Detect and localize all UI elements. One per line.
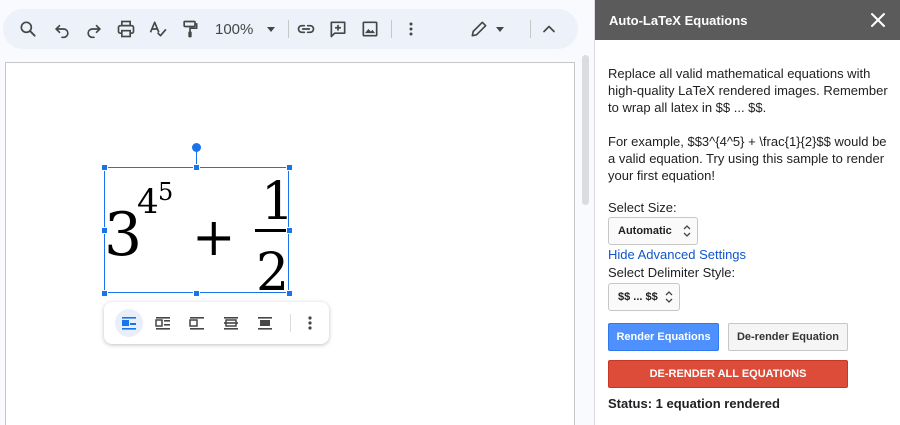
- resize-handle-bottom-left[interactable]: [101, 290, 108, 297]
- status-text: Status: 1 equation rendered: [608, 396, 780, 411]
- size-select[interactable]: Automatic: [608, 217, 698, 245]
- resize-handle-top-right[interactable]: [286, 164, 293, 171]
- rotate-handle[interactable]: [192, 143, 201, 152]
- resize-handle-bottom[interactable]: [193, 290, 200, 297]
- resize-handle-left[interactable]: [101, 227, 108, 234]
- select-arrows-icon: [665, 291, 673, 303]
- toolbar-divider: [530, 20, 531, 38]
- redo-icon[interactable]: [80, 15, 108, 43]
- resize-handle-bottom-right[interactable]: [286, 290, 293, 297]
- break-text-icon[interactable]: [183, 309, 211, 337]
- zoom-select[interactable]: 100%: [207, 15, 283, 43]
- resize-handle-top-left[interactable]: [101, 164, 108, 171]
- zoom-value: 100%: [215, 20, 254, 38]
- size-label: Select Size:: [608, 200, 677, 215]
- derender-all-button[interactable]: DE-RENDER ALL EQUATIONS: [608, 360, 848, 388]
- insert-image-icon[interactable]: [356, 15, 384, 43]
- app-window: 100% 3 4 5 + 1 2 Auto-LaTeX Equations Re…: [0, 0, 900, 425]
- chevron-down-icon[interactable]: [496, 27, 504, 32]
- document-page[interactable]: [5, 62, 575, 425]
- example-text: For example, $$3^{4^5} + \frac{1}{2}$$ w…: [608, 134, 887, 183]
- spellcheck-icon[interactable]: [144, 15, 172, 43]
- link-icon[interactable]: [292, 15, 320, 43]
- inline-icon[interactable]: [115, 309, 143, 337]
- more-vert-icon[interactable]: [397, 15, 425, 43]
- document-area: [0, 58, 580, 425]
- resize-handle-top[interactable]: [193, 164, 200, 171]
- hide-advanced-settings-link[interactable]: Hide Advanced Settings: [608, 247, 746, 262]
- undo-icon[interactable]: [48, 15, 76, 43]
- docs-toolbar: 100%: [3, 9, 578, 49]
- print-icon[interactable]: [112, 15, 140, 43]
- scrollbar-thumb[interactable]: [582, 55, 589, 205]
- image-toolbar-divider: [290, 314, 291, 332]
- render-equations-button[interactable]: Render Equations: [608, 323, 719, 351]
- size-select-value: Automatic: [618, 225, 672, 237]
- pencil-edit-icon[interactable]: [465, 15, 493, 43]
- in-front-of-text-icon[interactable]: [251, 309, 279, 337]
- delimiter-select[interactable]: $$ ... $$: [608, 283, 680, 311]
- close-icon[interactable]: [869, 11, 887, 29]
- image-options-toolbar: [104, 302, 329, 344]
- intro-text: Replace all valid mathematical equations…: [608, 66, 888, 115]
- chevron-down-icon: [267, 27, 275, 32]
- sidebar-header: Auto-LaTeX Equations: [595, 0, 900, 40]
- derender-equation-button[interactable]: De-render Equation: [728, 323, 848, 351]
- wrap-text-icon[interactable]: [149, 309, 177, 337]
- delimiter-label: Select Delimiter Style:: [608, 265, 736, 280]
- select-arrows-icon: [683, 225, 691, 237]
- behind-text-icon[interactable]: [217, 309, 245, 337]
- image-selection-box: [104, 167, 289, 293]
- addon-sidebar: Auto-LaTeX Equations Replace all valid m…: [594, 0, 900, 425]
- toolbar-divider: [391, 20, 392, 38]
- resize-handle-right[interactable]: [286, 227, 293, 234]
- more-options-icon[interactable]: [296, 309, 324, 337]
- paint-format-icon[interactable]: [176, 15, 204, 43]
- sidebar-title: Auto-LaTeX Equations: [609, 13, 748, 28]
- delimiter-select-value: $$ ... $$: [618, 291, 658, 303]
- search-icon[interactable]: [14, 15, 42, 43]
- toolbar-divider: [288, 20, 289, 38]
- collapse-icon[interactable]: [535, 15, 563, 43]
- add-comment-icon[interactable]: [324, 15, 352, 43]
